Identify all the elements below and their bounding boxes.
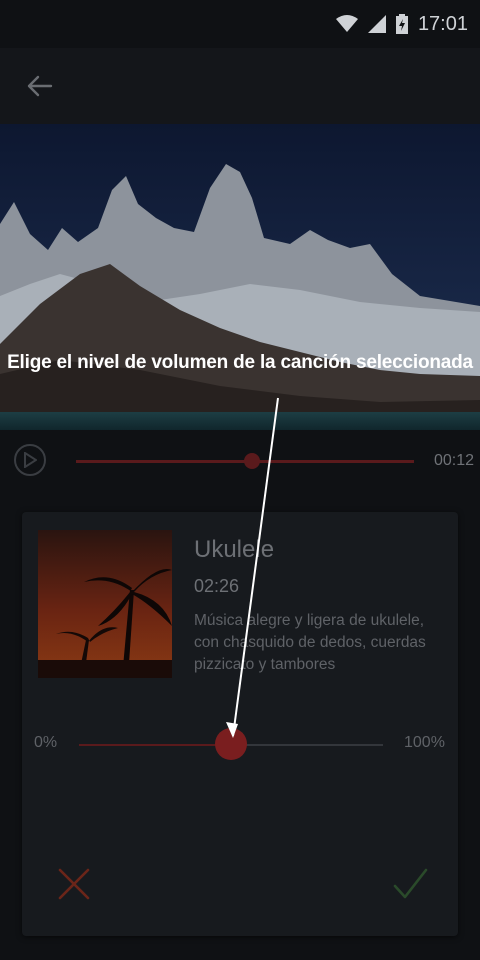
battery-icon bbox=[395, 14, 408, 34]
tutorial-hint: Elige el nivel de volumen de la canción … bbox=[7, 352, 473, 373]
seek-bar[interactable] bbox=[76, 453, 414, 469]
seek-thumb[interactable] bbox=[243, 453, 260, 469]
signal-icon bbox=[367, 15, 386, 33]
volume-max-label: 100% bbox=[404, 734, 445, 751]
album-art bbox=[38, 530, 172, 678]
volume-slider[interactable] bbox=[79, 728, 383, 760]
song-card: Ukulele 02:26 Música alegre y ligera de … bbox=[22, 512, 458, 936]
arrow-left-icon bbox=[27, 75, 53, 97]
volume-fill bbox=[79, 744, 231, 746]
volume-min-label: 0% bbox=[34, 734, 58, 751]
wifi-icon bbox=[335, 15, 358, 33]
close-icon bbox=[58, 868, 90, 900]
song-duration: 02:26 bbox=[194, 576, 240, 596]
back-button[interactable] bbox=[22, 68, 58, 104]
cancel-button[interactable] bbox=[56, 866, 92, 902]
volume-thumb[interactable] bbox=[215, 728, 247, 760]
song-description: Música alegre y ligera de ukulele, con c… bbox=[194, 612, 426, 673]
status-time: 17:01 bbox=[417, 12, 468, 35]
hero-image bbox=[0, 124, 480, 430]
status-bar: 17:01 bbox=[0, 0, 480, 48]
play-icon bbox=[24, 452, 37, 468]
play-button[interactable] bbox=[14, 444, 46, 476]
app-bar bbox=[0, 48, 480, 124]
confirm-button[interactable] bbox=[392, 866, 428, 902]
player-row: 00:12 bbox=[0, 430, 480, 496]
song-title: Ukulele bbox=[194, 536, 275, 563]
check-icon bbox=[393, 868, 428, 899]
elapsed-time: 00:12 bbox=[433, 452, 474, 469]
seek-fill bbox=[76, 460, 252, 463]
